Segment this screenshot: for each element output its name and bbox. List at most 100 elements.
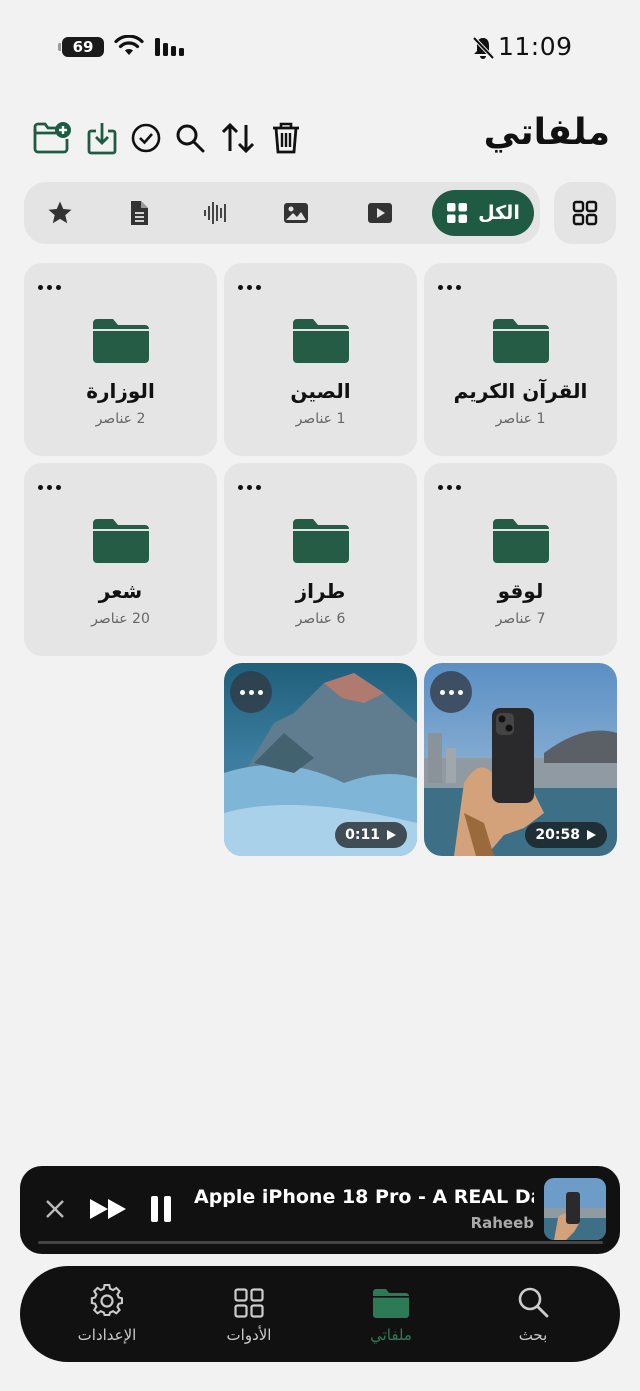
- type-filter-bar: الكل: [24, 182, 540, 244]
- tab-settings[interactable]: الإعدادات: [52, 1282, 162, 1344]
- tab-tools[interactable]: الأدوات: [194, 1282, 304, 1344]
- check-circle-icon: [131, 123, 161, 153]
- filter-videos[interactable]: [358, 190, 402, 236]
- video-duration-badge: 0:11: [335, 822, 407, 848]
- trash-icon: [273, 122, 299, 154]
- search-icon: [518, 1287, 549, 1318]
- more-options-button[interactable]: [430, 671, 472, 713]
- folder-name: الصين: [290, 379, 351, 403]
- waveform-icon: [204, 202, 226, 224]
- more-options-button[interactable]: [438, 481, 466, 493]
- new-folder-button[interactable]: [32, 118, 72, 158]
- mini-player[interactable]: Apple iPhone 18 Pro - A REAL Da... Rahee…: [20, 1166, 620, 1254]
- more-options-button[interactable]: [238, 481, 266, 493]
- sort-button[interactable]: [218, 118, 258, 158]
- image-icon: [284, 203, 308, 223]
- folder-card[interactable]: الوزارة 2 عناصر: [24, 263, 217, 456]
- more-options-button[interactable]: [38, 481, 66, 493]
- folder-icon: [293, 519, 349, 563]
- tools-grid-icon: [234, 1288, 264, 1318]
- filter-documents[interactable]: [117, 190, 161, 236]
- video-duration: 20:58: [535, 827, 580, 843]
- tab-search[interactable]: بحث: [478, 1282, 588, 1344]
- folder-icon: [93, 319, 149, 363]
- folder-card[interactable]: القرآن الكريم 1 عناصر: [424, 263, 617, 456]
- filter-all-label: الكل: [478, 202, 520, 224]
- bell-off-icon: [472, 36, 494, 60]
- folder-name: طراز: [295, 579, 346, 603]
- filter-images[interactable]: [274, 190, 318, 236]
- document-icon: [131, 201, 148, 225]
- folder-item-count: 1 عناصر: [495, 411, 546, 427]
- video-duration: 0:11: [345, 827, 380, 843]
- more-options-button[interactable]: [38, 281, 66, 293]
- signal-icon: [155, 38, 184, 56]
- fast-forward-icon: [90, 1199, 126, 1219]
- star-icon: [48, 201, 72, 224]
- delete-button[interactable]: [266, 118, 306, 158]
- folder-item-count: 2 عناصر: [95, 411, 146, 427]
- now-playing-artist: Raheeb: [470, 1214, 534, 1232]
- now-playing-title: Apple iPhone 18 Pro - A REAL Da...: [194, 1186, 534, 1208]
- battery-indicator: 69: [58, 37, 104, 57]
- folder-icon: [493, 319, 549, 363]
- folder-plus-icon: [33, 122, 71, 154]
- video-thumbnail[interactable]: 20:58: [424, 663, 617, 856]
- play-icon: [387, 830, 396, 840]
- folder-item-count: 6 عناصر: [295, 611, 346, 627]
- download-tray-icon: [87, 123, 117, 155]
- folder-item-count: 7 عناصر: [495, 611, 546, 627]
- folder-name: شعر: [98, 579, 143, 603]
- pause-icon: [151, 1196, 171, 1222]
- tab-label: بحث: [518, 1326, 548, 1344]
- folder-icon: [293, 319, 349, 363]
- folder-icon: [373, 1289, 409, 1318]
- folder-card[interactable]: شعر 20 عناصر: [24, 463, 217, 656]
- pause-button[interactable]: [146, 1192, 176, 1226]
- artwork-image: [544, 1178, 606, 1240]
- wifi-icon: [114, 35, 144, 55]
- import-button[interactable]: [82, 118, 122, 158]
- view-toggle-button[interactable]: [554, 182, 616, 244]
- folder-icon: [93, 519, 149, 563]
- play-icon: [587, 830, 596, 840]
- tab-label: الأدوات: [226, 1326, 272, 1344]
- grid-icon: [572, 200, 598, 226]
- folder-card[interactable]: لوقو 7 عناصر: [424, 463, 617, 656]
- more-options-button[interactable]: [438, 281, 466, 293]
- video-thumbnail[interactable]: 0:11: [224, 663, 417, 856]
- search-button[interactable]: [170, 118, 210, 158]
- folder-item-count: 20 عناصر: [91, 611, 150, 627]
- close-icon: [46, 1200, 64, 1218]
- gear-icon: [90, 1284, 123, 1317]
- grid-icon: [447, 203, 468, 223]
- more-options-button[interactable]: [230, 671, 272, 713]
- filter-all[interactable]: الكل: [432, 190, 534, 236]
- bottom-tab-bar: بحث ملفاتي الأدوات الإعدادات: [20, 1266, 620, 1362]
- folder-card[interactable]: الصين 1 عناصر: [224, 263, 417, 456]
- folder-name: القرآن الكريم: [453, 379, 588, 403]
- status-time: 11:09: [498, 32, 573, 61]
- page-title: ملفاتي: [483, 112, 610, 153]
- filter-audio[interactable]: [194, 190, 238, 236]
- folder-name: لوقو: [497, 579, 544, 603]
- folder-icon: [493, 519, 549, 563]
- folder-name: الوزارة: [86, 379, 155, 403]
- fast-forward-button[interactable]: [88, 1194, 128, 1224]
- select-button[interactable]: [126, 118, 166, 158]
- more-options-button[interactable]: [238, 281, 266, 293]
- playback-progress-bar[interactable]: [38, 1241, 603, 1244]
- search-icon: [176, 124, 205, 153]
- close-player-button[interactable]: [40, 1194, 70, 1224]
- video-duration-badge: 20:58: [525, 822, 607, 848]
- folder-card[interactable]: طراز 6 عناصر: [224, 463, 417, 656]
- status-bar: 69 11:09: [0, 30, 640, 64]
- sort-arrows-icon: [221, 122, 255, 154]
- tab-label: الإعدادات: [77, 1326, 137, 1344]
- filter-favorites[interactable]: [38, 190, 82, 236]
- now-playing-artwork: [544, 1178, 606, 1240]
- tab-my-files[interactable]: ملفاتي: [336, 1282, 446, 1344]
- video-play-icon: [368, 203, 392, 223]
- tab-label: ملفاتي: [370, 1326, 412, 1344]
- folder-item-count: 1 عناصر: [295, 411, 346, 427]
